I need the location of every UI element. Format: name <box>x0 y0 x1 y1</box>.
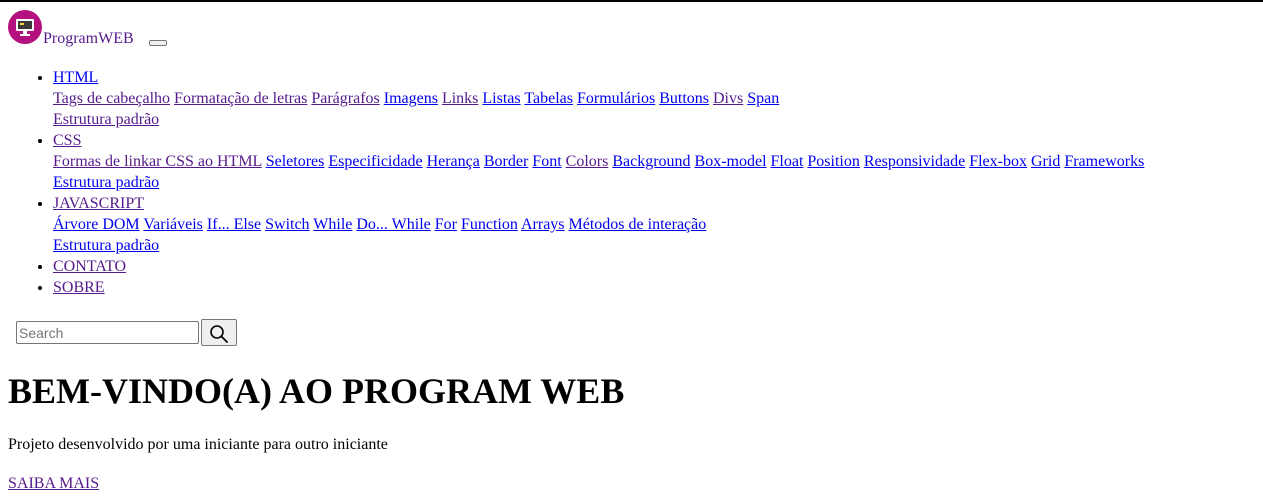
js-link-do-while[interactable]: Do... While <box>356 216 430 233</box>
css-link-position[interactable]: Position <box>807 153 859 170</box>
menu-item-sobre: SOBRE <box>53 277 1255 298</box>
html-link-tags-cabecalho[interactable]: Tags de cabeçalho <box>53 90 170 107</box>
brand-link[interactable]: ProgramWEB <box>8 10 134 47</box>
css-link-heranca[interactable]: Herança <box>427 153 480 170</box>
css-link-float[interactable]: Float <box>771 153 804 170</box>
js-link-arrays[interactable]: Arrays <box>521 216 565 233</box>
html-link-links[interactable]: Links <box>442 90 478 107</box>
css-link-grid[interactable]: Grid <box>1031 153 1060 170</box>
css-link-colors[interactable]: Colors <box>566 153 609 170</box>
html-link-listas[interactable]: Listas <box>482 90 520 107</box>
search-button[interactable] <box>201 319 237 346</box>
submenu-html: Tags de cabeçalho Formatação de letras P… <box>53 88 1255 109</box>
menu-link-javascript[interactable]: JAVASCRIPT <box>53 195 144 212</box>
css-link-flex-box[interactable]: Flex-box <box>969 153 1027 170</box>
menu-link-html[interactable]: HTML <box>53 69 98 86</box>
html-link-tabelas[interactable]: Tabelas <box>524 90 573 107</box>
js-link-arvore-dom[interactable]: Árvore DOM <box>53 216 140 233</box>
menu-item-html: HTML Tags de cabeçalho Formatação de let… <box>53 67 1255 130</box>
html-link-divs[interactable]: Divs <box>713 90 743 107</box>
js-link-while[interactable]: While <box>313 216 352 233</box>
submenu-css: Formas de linkar CSS ao HTML Seletores E… <box>53 151 1255 172</box>
html-link-formularios[interactable]: Formulários <box>577 90 655 107</box>
js-link-for[interactable]: For <box>435 216 457 233</box>
css-link-estrutura-padrao[interactable]: Estrutura padrão <box>53 174 159 191</box>
menu-item-js: JAVASCRIPT Árvore DOM Variáveis If... El… <box>53 193 1255 256</box>
html-link-span[interactable]: Span <box>747 90 779 107</box>
css-link-box-model[interactable]: Box-model <box>695 153 767 170</box>
saiba-mais-link[interactable]: SAIBA MAIS <box>8 475 99 492</box>
css-link-seletores[interactable]: Seletores <box>266 153 325 170</box>
menu-item-css: CSS Formas de linkar CSS ao HTML Seletor… <box>53 130 1255 193</box>
html-link-paragrafos[interactable]: Parágrafos <box>311 90 379 107</box>
menu-link-sobre[interactable]: SOBRE <box>53 279 105 296</box>
css-link-frameworks[interactable]: Frameworks <box>1064 153 1144 170</box>
navbar-toggler-button[interactable] <box>149 40 167 46</box>
submenu-js-extra: Estrutura padrão <box>53 235 1255 256</box>
js-link-variaveis[interactable]: Variáveis <box>143 216 203 233</box>
js-link-if-else[interactable]: If... Else <box>207 216 261 233</box>
hero-section: BEM-VINDO(A) AO PROGRAM WEB Projeto dese… <box>0 370 1263 494</box>
hero-subtitle: Projeto desenvolvido por uma iniciante p… <box>8 436 388 453</box>
css-link-especificidade[interactable]: Especificidade <box>328 153 422 170</box>
css-link-formas-linkar[interactable]: Formas de linkar CSS ao HTML <box>53 153 262 170</box>
html-link-estrutura-padrao[interactable]: Estrutura padrão <box>53 111 159 128</box>
menu-link-css[interactable]: CSS <box>53 132 81 149</box>
main-menu: HTML Tags de cabeçalho Formatação de let… <box>8 67 1255 298</box>
css-link-responsividade[interactable]: Responsividade <box>864 153 965 170</box>
search-icon <box>202 324 236 344</box>
submenu-html-extra: Estrutura padrão <box>53 109 1255 130</box>
css-link-background[interactable]: Background <box>612 153 690 170</box>
css-link-font[interactable]: Font <box>532 153 561 170</box>
html-link-formatacao-letras[interactable]: Formatação de letras <box>174 90 307 107</box>
brand-row: ProgramWEB <box>8 10 1255 47</box>
submenu-css-extra: Estrutura padrão <box>53 172 1255 193</box>
search-input[interactable] <box>16 321 199 344</box>
js-link-metodos-interacao[interactable]: Métodos de interação <box>569 216 707 233</box>
submenu-js: Árvore DOM Variáveis If... Else Switch W… <box>53 214 1255 235</box>
menu-item-contato: CONTATO <box>53 256 1255 277</box>
js-link-function[interactable]: Function <box>461 216 518 233</box>
monitor-icon <box>8 10 42 44</box>
search-form <box>8 319 1255 346</box>
menu-link-contato[interactable]: CONTATO <box>53 258 126 275</box>
js-link-estrutura-padrao[interactable]: Estrutura padrão <box>53 237 159 254</box>
html-link-imagens[interactable]: Imagens <box>384 90 438 107</box>
css-link-border[interactable]: Border <box>484 153 528 170</box>
brand-name: ProgramWEB <box>43 30 134 47</box>
cta-paragraph: SAIBA MAIS <box>8 473 1255 494</box>
js-link-switch[interactable]: Switch <box>265 216 309 233</box>
navbar: ProgramWEB HTML Tags de cabeçalho Format… <box>0 2 1263 346</box>
html-link-buttons[interactable]: Buttons <box>659 90 709 107</box>
page-title: BEM-VINDO(A) AO PROGRAM WEB <box>8 371 625 411</box>
